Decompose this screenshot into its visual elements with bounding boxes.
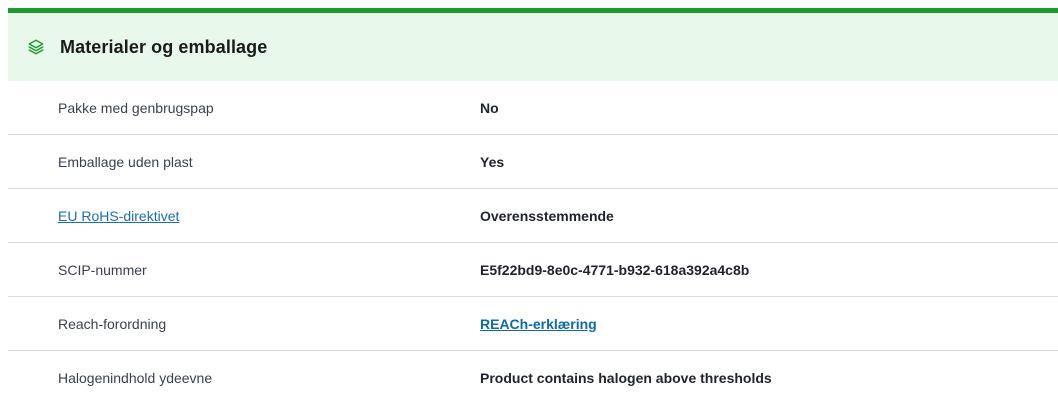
table-row: Pakke med genbrugspap No [8, 81, 1058, 135]
row-label-cell: EU RoHS-direktivet [8, 208, 480, 224]
attribute-table: Pakke med genbrugspap No Emballage uden … [8, 81, 1058, 405]
row-label: SCIP-nummer [58, 261, 147, 278]
row-label: Pakke med genbrugspap [58, 99, 214, 116]
layers-icon [26, 37, 46, 57]
table-row: Halogenindhold ydeevne Product contains … [8, 351, 1058, 405]
row-value: E5f22bd9-8e0c-4771-b932-618a392a4c8b [480, 261, 750, 278]
row-value-cell: REACh-erklæring [480, 316, 597, 332]
table-row: SCIP-nummer E5f22bd9-8e0c-4771-b932-618a… [8, 243, 1058, 297]
row-label: Halogenindhold ydeevne [58, 370, 213, 386]
materials-packaging-panel: Materialer og emballage Pakke med genbru… [8, 8, 1058, 392]
row-value: Product contains halogen above threshold… [480, 370, 772, 386]
table-row: EU RoHS-direktivet Overensstemmende [8, 189, 1058, 243]
section-header[interactable]: Materialer og emballage [8, 13, 1058, 81]
eu-rohs-link[interactable]: EU RoHS-direktivet [58, 208, 179, 224]
table-row: Emballage uden plast Yes [8, 135, 1058, 189]
row-value: Yes [480, 153, 505, 170]
table-row: Reach-forordning REACh-erklæring [8, 297, 1058, 351]
row-label: Reach-forordning [58, 315, 167, 332]
reach-declaration-link[interactable]: REACh-erklæring [480, 316, 597, 332]
row-value: Overensstemmende [480, 207, 614, 224]
row-label: Emballage uden plast [58, 153, 193, 170]
row-value: No [480, 99, 499, 116]
section-title: Materialer og emballage [60, 36, 268, 57]
